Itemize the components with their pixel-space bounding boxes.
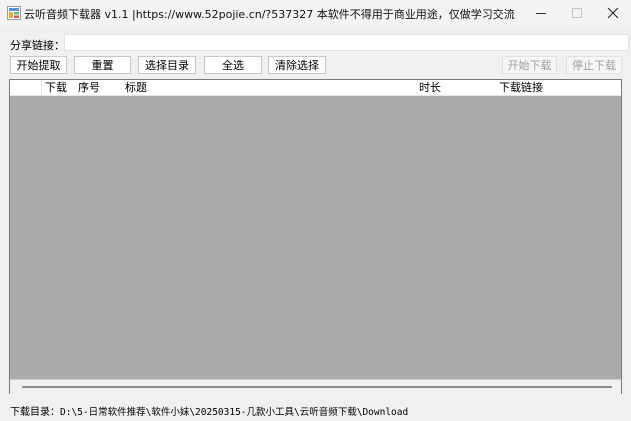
share-link-input[interactable]	[64, 34, 629, 51]
choose-directory-button[interactable]: 选择目录	[138, 56, 196, 74]
maximize-icon	[572, 8, 582, 18]
maximize-button[interactable]	[559, 0, 595, 26]
close-icon	[607, 7, 619, 19]
minimize-button[interactable]	[523, 0, 559, 26]
download-directory-status: 下载目录：D:\5-日常软件推荐\软件小妹\20250315-几款小工具\云听音…	[10, 403, 408, 418]
audio-list-view[interactable]: 下载 序号 标题 时长 下载链接	[9, 79, 622, 394]
column-header-link[interactable]: 下载链接	[499, 81, 543, 94]
horizontal-scrollbar[interactable]	[10, 379, 621, 394]
download-directory-label: 下载目录：	[10, 407, 60, 418]
reset-button[interactable]: 重置	[74, 56, 131, 74]
app-icon	[7, 6, 21, 20]
list-header: 下载 序号 标题 时长 下载链接	[10, 80, 621, 96]
share-link-label: 分享链接：	[10, 39, 65, 52]
column-header-index[interactable]: 序号	[78, 81, 100, 94]
close-button[interactable]	[595, 0, 631, 26]
column-header-duration[interactable]: 时长	[419, 81, 441, 94]
scrollbar-thumb[interactable]	[22, 386, 612, 388]
start-fetch-button[interactable]: 开始提取	[10, 56, 67, 74]
title-bar[interactable]: 云听音频下载器 v1.1 |https://www.52pojie.cn/?53…	[0, 0, 631, 26]
clear-selection-button[interactable]: 清除选择	[268, 56, 326, 74]
window-title: 云听音频下载器 v1.1 |https://www.52pojie.cn/?53…	[24, 8, 515, 21]
column-header-download[interactable]: 下载	[45, 81, 67, 94]
start-download-button[interactable]: 开始下载	[502, 56, 557, 74]
stop-download-button[interactable]: 停止下载	[566, 56, 622, 74]
select-all-button[interactable]: 全选	[204, 56, 262, 74]
download-directory-path: D:\5-日常软件推荐\软件小妹\20250315-几款小工具\云听音频下载\D…	[60, 407, 409, 418]
column-header-title[interactable]: 标题	[125, 81, 147, 94]
column-separator[interactable]	[41, 80, 42, 95]
minimize-icon	[536, 13, 546, 14]
app-window: 云听音频下载器 v1.1 |https://www.52pojie.cn/?53…	[0, 0, 631, 421]
